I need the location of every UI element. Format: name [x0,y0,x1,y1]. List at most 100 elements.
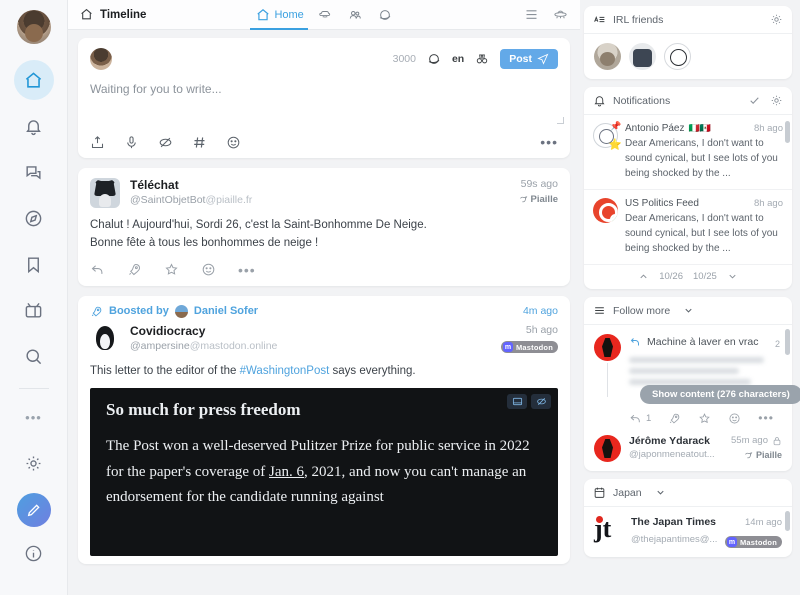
emoji-icon[interactable] [728,412,741,425]
avatar[interactable] [90,323,120,354]
avatar[interactable] [594,435,621,462]
thread-source-label: Piaille [755,450,782,460]
ufo-icon[interactable] [553,7,568,22]
gear-icon[interactable] [770,13,783,26]
thread-author-row[interactable]: Jérôme Ydarack @japonmeneatout... 55m ag… [584,431,792,471]
follow-panel-scrollbar[interactable] [785,329,790,355]
panel-follow-more: Follow more 2 Machine à laver en vrac 1 … [584,297,800,471]
boost-icon[interactable] [127,262,142,277]
rail-item-more[interactable]: ••• [14,397,54,437]
japan-times-item[interactable]: jt The Japan Times 14m ago @thejapantime… [584,507,792,557]
emoji-icon[interactable] [226,135,241,150]
hide-media-button[interactable] [531,394,551,410]
reply-arrow-icon [630,338,639,346]
top-bar-actions [524,7,568,22]
panel-notifications: Notifications 📌 ⭐ Antonio Páez 🇮🇹🇲🇽 8h a… [584,87,792,289]
status-more-button[interactable]: ••• [238,262,256,278]
list-icon [595,307,604,314]
gear-icon[interactable] [770,94,783,107]
alt-text-button[interactable] [507,394,527,410]
check-icon[interactable] [748,94,761,107]
compose-textarea[interactable]: Waiting for you to write... [90,82,558,134]
hashtag-icon[interactable] [192,135,207,150]
chevron-down-icon[interactable] [727,271,738,282]
emoji-icon[interactable] [201,262,216,277]
rail-item-notifications[interactable] [14,106,54,146]
thread-more-button[interactable]: ••• [758,411,774,425]
rail-item-info[interactable] [14,533,54,573]
thread-body: Machine à laver en vrac 1 ••• [629,334,782,425]
chevron-down-icon[interactable] [655,487,666,498]
tab-social[interactable] [342,0,368,30]
user-avatar[interactable] [16,10,51,44]
list-view-icon[interactable] [524,7,539,22]
avatar[interactable] [90,178,120,208]
hashtag-link[interactable]: #WashingtonPost [240,365,330,377]
planet-icon[interactable] [427,52,441,66]
compose-more-button[interactable]: ••• [540,134,558,150]
feed-scroll-area[interactable]: 3000 en Post Waiting for you to write... [68,30,580,595]
avatar[interactable] [593,198,618,223]
panel-header[interactable]: Notifications [584,87,792,115]
status-author[interactable]: Covidiocracy @ampersine@mastodon.online [130,324,277,352]
chevron-down-icon[interactable] [683,305,694,316]
rail-item-conversations[interactable] [14,152,54,192]
compose-header: 3000 en Post [90,48,558,70]
rail-item-settings[interactable] [14,443,54,483]
pager-date-current[interactable]: 10/26 [659,271,683,282]
friend-avatar-3[interactable] [664,43,691,70]
microphone-icon[interactable] [124,135,139,150]
notification-item[interactable]: 📌 ⭐ Antonio Páez 🇮🇹🇲🇽 8h ago Dear Americ… [584,115,792,190]
compose-avatar[interactable] [90,48,112,70]
panel-actions [770,13,783,26]
show-content-button[interactable]: Show content (276 characters) [640,385,800,404]
status-source-piaille: Piaille [519,194,558,205]
panel-header[interactable]: Follow more [584,297,792,325]
favorite-icon[interactable] [164,262,179,277]
tab-local[interactable] [312,0,338,30]
rail-item-lists[interactable] [14,290,54,330]
notification-item[interactable]: US Politics Feed 8h ago Dear Americans, … [584,190,792,265]
author-display-name: Jérôme Ydarack [629,435,710,447]
notification-timestamp: 8h ago [753,198,783,209]
japan-panel-scrollbar[interactable] [785,511,790,531]
friend-avatar-2[interactable] [629,43,656,70]
status-body: Covidiocracy @ampersine@mastodon.online … [78,318,570,565]
pager-date-previous[interactable]: 10/25 [693,271,717,282]
panel-header[interactable]: IRL friends [584,6,792,34]
content-warning-icon[interactable] [158,135,173,150]
chevron-up-icon[interactable] [638,271,649,282]
avatar[interactable]: 📌 ⭐ [593,121,622,151]
avatar[interactable] [594,334,621,361]
rail-item-explore[interactable] [14,198,54,238]
notifications-scrollbar[interactable] [785,121,790,143]
rail-item-home[interactable] [13,60,54,100]
boost-icon[interactable] [668,412,681,425]
media-attachment[interactable]: So much for press freedom The Post won a… [90,388,558,557]
status-meta: 5h ago m Mastodon [495,324,558,354]
reply-icon[interactable] [629,412,642,425]
status-author[interactable]: Téléchat @SaintObjetBot@piaille.fr [130,178,252,206]
tab-federated[interactable] [372,0,398,30]
tv-icon [25,302,42,318]
favorite-icon[interactable] [698,412,711,425]
booster-name[interactable]: Daniel Sofer [194,305,258,317]
reply-icon[interactable] [90,262,105,277]
booster-avatar[interactable] [174,304,188,318]
timeline-tabs: Home [250,0,398,30]
tab-home[interactable]: Home [250,0,309,30]
rail-item-search[interactable] [14,336,54,376]
rail-item-bookmarks[interactable] [14,244,54,284]
notification-pager: 10/26 10/25 [584,265,792,289]
right-column: IRL friends Notifications 📌 ⭐ Antonio Pá… [580,0,800,595]
post-button[interactable]: Post [500,49,558,69]
binoculars-icon[interactable] [475,52,489,66]
textarea-resize-grip[interactable] [557,117,564,124]
thread-author-names: Jérôme Ydarack @japonmeneatout... [629,435,715,462]
center-column: Timeline Home 3000 en Post Waiting for y… [68,0,580,595]
friend-avatar-1[interactable] [594,43,621,70]
upload-icon[interactable] [90,135,105,150]
compose-fab-button[interactable] [16,493,51,527]
panel-header[interactable]: Japan [584,479,792,507]
language-selector[interactable]: en [452,53,464,65]
